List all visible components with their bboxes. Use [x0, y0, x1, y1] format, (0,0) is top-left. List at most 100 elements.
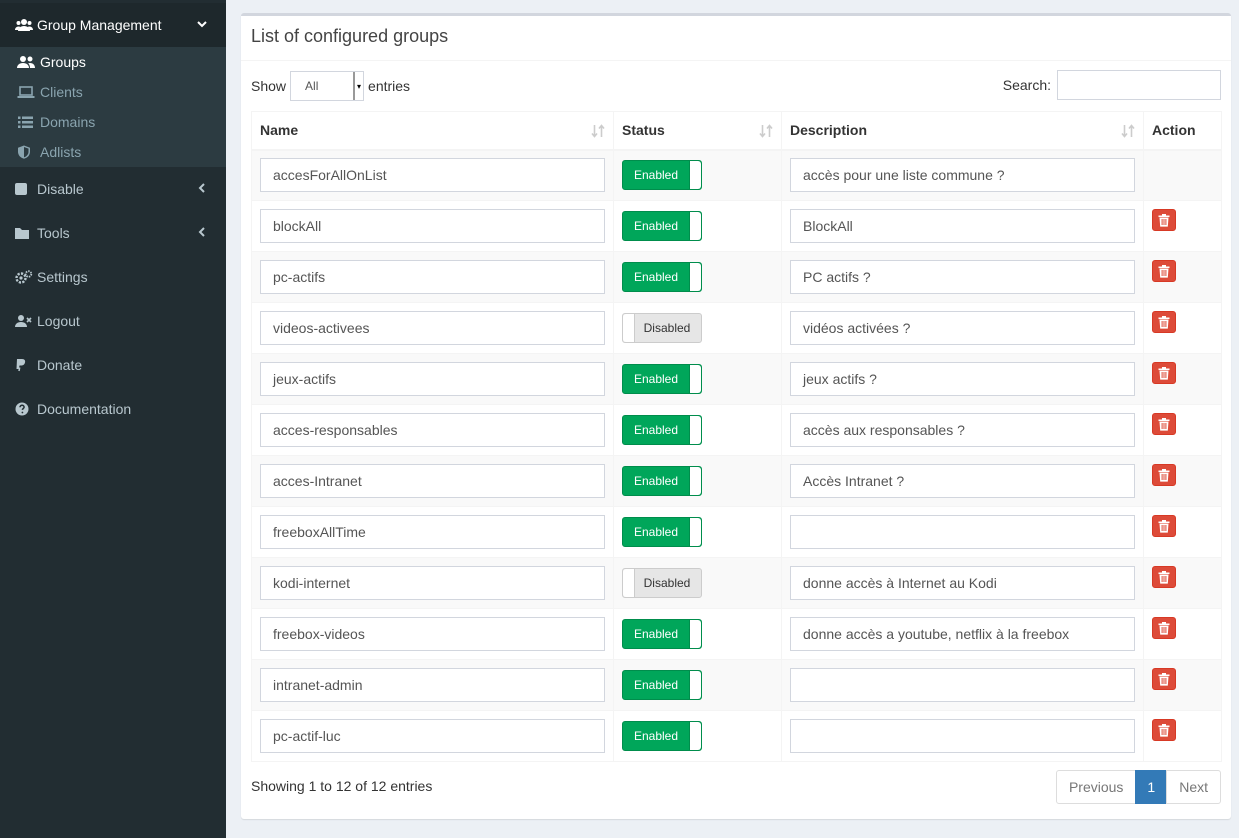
status-toggle[interactable]: Disabled — [622, 313, 702, 343]
sidebar-item-settings[interactable]: Settings — [0, 255, 226, 299]
group-description-input[interactable] — [790, 719, 1135, 753]
description-cell: jeux actifs ? — [781, 353, 1144, 405]
status-toggle[interactable]: Enabled — [622, 619, 702, 649]
entries-length-value: All — [305, 79, 319, 93]
group-description-input[interactable]: vidéos activées ? — [790, 311, 1135, 345]
toggle-handle — [623, 314, 635, 342]
name-cell: freebox-videos — [251, 608, 614, 660]
table-row: jeux-actifs Enabled jeux actifs ? — [251, 353, 1222, 405]
group-description-input[interactable] — [790, 668, 1135, 702]
groups-table: Name Status Description Action accesForA… — [251, 111, 1222, 762]
groups-table-body: accesForAllOnList Enabled accès pour une l… — [251, 149, 1222, 762]
delete-button[interactable] — [1152, 719, 1176, 741]
status-toggle-label: Enabled — [633, 270, 679, 284]
status-cell: Enabled — [613, 251, 782, 303]
description-cell: Accès Intranet ? — [781, 455, 1144, 507]
entries-length-select[interactable]: All ▾ — [290, 71, 365, 101]
sidebar-item-disable-label: Disable — [37, 181, 84, 197]
status-toggle[interactable]: Enabled — [622, 517, 702, 547]
delete-button[interactable] — [1152, 668, 1176, 690]
group-name-input[interactable]: pc-actifs — [260, 260, 605, 294]
action-cell — [1143, 404, 1222, 456]
group-name-input[interactable]: acces-Intranet — [260, 464, 605, 498]
sidebar-item-documentation[interactable]: Documentation — [0, 387, 226, 431]
status-toggle[interactable]: Disabled — [622, 568, 702, 598]
group-description-input[interactable]: donne accès à Internet au Kodi — [790, 566, 1135, 600]
delete-button[interactable] — [1152, 413, 1176, 435]
group-description-input[interactable]: PC actifs ? — [790, 260, 1135, 294]
status-toggle[interactable]: Enabled — [622, 670, 702, 700]
description-cell: PC actifs ? — [781, 251, 1144, 303]
status-toggle[interactable]: Enabled — [622, 466, 702, 496]
column-header-status[interactable]: Status — [613, 111, 782, 151]
sidebar-item-tools[interactable]: Tools — [0, 211, 226, 255]
name-cell: kodi-internet — [251, 557, 614, 609]
sidebar-item-donate[interactable]: Donate — [0, 343, 226, 387]
group-name-input[interactable]: acces-responsables — [260, 413, 605, 447]
delete-button[interactable] — [1152, 464, 1176, 486]
sidebar-item-adlists-label: Adlists — [40, 144, 82, 160]
page-title: List of configured groups — [251, 26, 449, 46]
delete-button[interactable] — [1152, 617, 1176, 639]
table-row: videos-activees Disabled vidéos activées ? — [251, 302, 1222, 354]
group-name-input[interactable]: freebox-videos — [260, 617, 605, 651]
delete-button[interactable] — [1152, 515, 1176, 537]
group-description-input[interactable]: accès pour une liste commune ? — [790, 158, 1135, 193]
toggle-handle — [689, 263, 701, 291]
sidebar-item-groups[interactable]: Groups — [0, 47, 226, 77]
show-label: Show — [251, 78, 287, 94]
status-toggle[interactable]: Enabled — [622, 211, 702, 241]
delete-button[interactable] — [1152, 566, 1176, 588]
sidebar-item-adlists[interactable]: Adlists — [0, 137, 226, 167]
group-name-input[interactable]: jeux-actifs — [260, 362, 605, 396]
delete-button[interactable] — [1152, 209, 1176, 231]
name-cell: accesForAllOnList — [251, 149, 614, 201]
status-toggle-label: Disabled — [643, 321, 691, 335]
group-name-input[interactable]: accesForAllOnList — [260, 158, 605, 193]
pagination-next-button[interactable]: Next — [1166, 770, 1221, 804]
status-toggle[interactable]: Enabled — [622, 415, 702, 445]
sort-icon — [1121, 124, 1135, 138]
group-description-input[interactable]: Accès Intranet ? — [790, 464, 1135, 498]
sidebar-item-domains[interactable]: Domains — [0, 107, 226, 137]
name-cell: pc-actif-luc — [251, 710, 614, 762]
group-description-input[interactable]: jeux actifs ? — [790, 362, 1135, 396]
laptop-icon — [17, 85, 35, 99]
group-description-input[interactable]: donne accès a youtube, netflix à la free… — [790, 617, 1135, 651]
group-name-input[interactable]: kodi-internet — [260, 566, 605, 600]
table-row: blockAll Enabled BlockAll — [251, 200, 1222, 252]
column-header-description[interactable]: Description — [781, 111, 1144, 151]
delete-button[interactable] — [1152, 362, 1176, 384]
delete-button[interactable] — [1152, 311, 1176, 333]
group-description-input[interactable]: BlockAll — [790, 209, 1135, 243]
box-header-divider — [241, 60, 1231, 61]
column-header-name[interactable]: Name — [251, 111, 614, 151]
toggle-handle — [689, 620, 701, 648]
group-name-input[interactable]: freeboxAllTime — [260, 515, 605, 549]
pagination-previous-button[interactable]: Previous — [1055, 770, 1137, 804]
menu-group-management[interactable]: Group Management — [0, 3, 226, 47]
pagination-page-button[interactable]: 1 — [1135, 770, 1168, 804]
sidebar-item-disable[interactable]: Disable — [0, 167, 226, 211]
status-toggle[interactable]: Enabled — [622, 364, 702, 394]
group-name-input[interactable]: pc-actif-luc — [260, 719, 605, 753]
status-toggle[interactable]: Enabled — [622, 160, 702, 191]
status-toggle[interactable]: Enabled — [622, 721, 702, 751]
sidebar-item-logout[interactable]: Logout — [0, 299, 226, 343]
group-name-input[interactable]: intranet-admin — [260, 668, 605, 702]
group-name-input[interactable]: blockAll — [260, 209, 605, 243]
chevron-left-icon — [196, 225, 208, 239]
search-input[interactable] — [1057, 70, 1221, 100]
group-description-input[interactable]: accès aux responsables ? — [790, 413, 1135, 447]
status-toggle-label: Enabled — [633, 627, 679, 641]
status-toggle-label: Enabled — [633, 219, 679, 233]
group-name-input[interactable]: videos-activees — [260, 311, 605, 345]
list-icon — [17, 115, 35, 129]
description-cell: accès pour une liste commune ? — [781, 149, 1144, 201]
delete-button[interactable] — [1152, 260, 1176, 282]
sidebar-item-clients[interactable]: Clients — [0, 77, 226, 107]
group-submenu: Groups Clients Domains Adlists — [0, 47, 226, 167]
group-description-input[interactable] — [790, 515, 1135, 549]
pagination: Previous 1 Next — [1055, 770, 1221, 804]
status-toggle[interactable]: Enabled — [622, 262, 702, 292]
